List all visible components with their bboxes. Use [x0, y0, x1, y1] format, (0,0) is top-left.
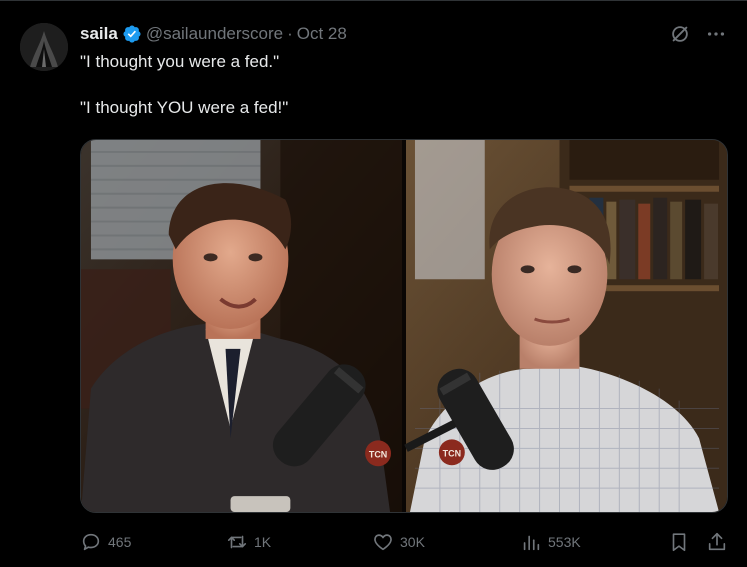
heart-icon: [374, 534, 392, 551]
bookmark-button[interactable]: [668, 531, 690, 553]
verified-badge-icon[interactable]: [122, 24, 142, 44]
retweet-button[interactable]: 1K: [226, 528, 271, 556]
retweet-icon: [227, 535, 247, 549]
tweet-header: saila @sailaunderscore · Oct 28: [80, 23, 347, 45]
share-icon: [708, 532, 726, 551]
views-icon: [523, 535, 540, 551]
video-still-image: TCN TCN: [81, 140, 727, 512]
reply-icon: [82, 533, 100, 551]
reply-count: 465: [108, 534, 132, 550]
tweet-top-actions: [669, 23, 727, 45]
tweet-actions-bar: 465 1K 30K 553K: [80, 528, 728, 556]
reply-button[interactable]: 465: [80, 528, 131, 556]
grok-icon[interactable]: [669, 23, 691, 45]
views-button[interactable]: 553K: [520, 528, 581, 556]
secondary-actions: [668, 528, 728, 556]
tweet-media-video[interactable]: TCN TCN: [80, 139, 728, 513]
media-logo-text: TCN: [443, 448, 461, 458]
separator-dot: ·: [287, 24, 293, 43]
tweet-text-line: "I thought YOU were a fed!": [80, 98, 289, 117]
share-button[interactable]: [706, 531, 728, 553]
views-count: 553K: [548, 534, 581, 550]
avatar-image: [20, 23, 68, 71]
author-display-name[interactable]: saila: [80, 24, 118, 44]
tweet-text-line: "I thought you were a fed.": [80, 52, 280, 71]
author-handle[interactable]: @sailaunderscore: [146, 24, 283, 44]
like-button[interactable]: 30K: [372, 528, 425, 556]
bookmark-icon: [672, 533, 686, 552]
tweet[interactable]: saila @sailaunderscore · Oct 28 "I thoug…: [0, 0, 747, 567]
like-count: 30K: [400, 534, 425, 550]
media-logo-text: TCN: [369, 449, 387, 459]
author-avatar[interactable]: [20, 23, 68, 71]
more-icon[interactable]: [705, 23, 727, 45]
tweet-text: "I thought you were a fed." "I thought Y…: [80, 51, 720, 119]
tweet-date[interactable]: Oct 28: [297, 24, 347, 44]
retweet-count: 1K: [254, 534, 272, 550]
